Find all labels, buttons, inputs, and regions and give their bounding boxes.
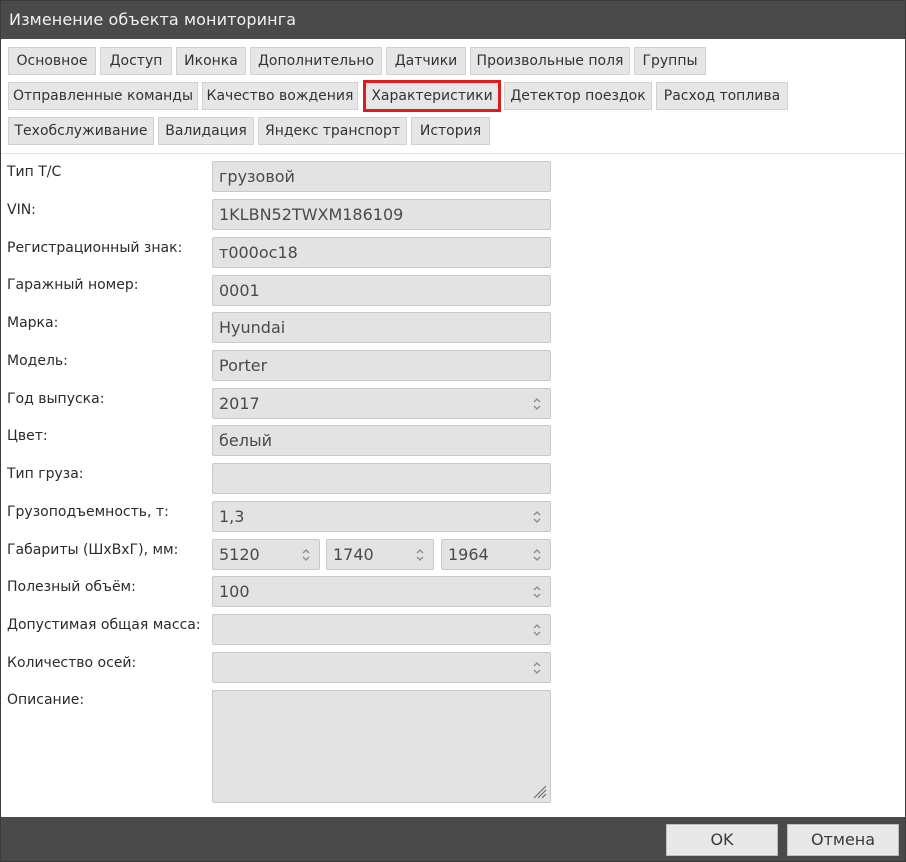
gross-mass-field[interactable] <box>212 614 551 645</box>
cargo-type-label: Тип груза: <box>7 466 84 482</box>
tab-bar: Основное Доступ Иконка Дополнительно Дат… <box>1 39 905 153</box>
tab-custom-fields[interactable]: Произвольные поля <box>470 47 630 75</box>
spinner-arrows-icon[interactable] <box>415 547 425 563</box>
reg-sign-label: Регистрационный знак: <box>7 240 183 256</box>
reg-sign-field[interactable]: т000ос18 <box>212 237 551 268</box>
axles-label: Количество осей: <box>7 655 137 671</box>
tab-driving-quality[interactable]: Качество вождения <box>202 82 358 110</box>
spinner-arrows-icon[interactable] <box>532 660 542 676</box>
vin-label: VIN: <box>7 202 36 218</box>
volume-field[interactable]: 100 <box>212 576 551 607</box>
year-field[interactable]: 2017 <box>212 388 551 419</box>
vehicle-type-field[interactable]: грузовой <box>212 161 551 192</box>
dimension-height-field[interactable]: 1740 <box>326 539 434 570</box>
ok-button[interactable]: OK <box>666 824 778 856</box>
model-field[interactable]: Porter <box>212 350 551 381</box>
dimension-depth-field[interactable]: 1964 <box>441 539 551 570</box>
tab-history[interactable]: История <box>411 117 490 145</box>
dialog-titlebar[interactable]: Изменение объекта мониторинга <box>1 1 905 39</box>
monitoring-object-dialog: Изменение объекта мониторинга Основное Д… <box>0 0 906 862</box>
tab-sensors[interactable]: Датчики <box>386 47 466 75</box>
brand-label: Марка: <box>7 315 59 331</box>
description-textarea[interactable] <box>212 690 551 803</box>
tabs-divider <box>1 153 905 154</box>
cancel-button[interactable]: Отмена <box>787 824 899 856</box>
description-label: Описание: <box>7 692 85 708</box>
model-label: Модель: <box>7 353 68 369</box>
capacity-field[interactable]: 1,3 <box>212 501 551 532</box>
tab-additional[interactable]: Дополнительно <box>250 47 382 75</box>
dimension-width-value: 5120 <box>219 545 260 564</box>
tab-basic[interactable]: Основное <box>8 47 96 75</box>
dialog-title: Изменение объекта мониторинга <box>9 10 297 29</box>
capacity-label: Грузоподъемность, т: <box>7 504 169 520</box>
spinner-arrows-icon[interactable] <box>532 584 542 600</box>
brand-field[interactable]: Hyundai <box>212 312 551 343</box>
color-label: Цвет: <box>7 428 48 444</box>
dialog-footer: OK Отмена <box>1 817 905 861</box>
dimension-width-field[interactable]: 5120 <box>212 539 320 570</box>
axles-field[interactable] <box>212 652 551 683</box>
vehicle-type-label: Тип Т/С <box>7 164 62 180</box>
spinner-arrows-icon[interactable] <box>532 396 542 412</box>
tab-groups[interactable]: Группы <box>634 47 706 75</box>
color-field[interactable]: белый <box>212 425 551 456</box>
tab-characteristics[interactable]: Характеристики <box>363 80 501 112</box>
tab-yandex-transport[interactable]: Яндекс транспорт <box>258 117 407 145</box>
resize-handle-icon[interactable] <box>528 780 548 800</box>
spinner-arrows-icon[interactable] <box>301 547 311 563</box>
tab-validation[interactable]: Валидация <box>158 117 254 145</box>
cargo-type-field[interactable] <box>212 463 551 494</box>
dimension-height-value: 1740 <box>333 545 374 564</box>
vin-field[interactable]: 1KLBN52TWXM186109 <box>212 199 551 230</box>
dimensions-label: Габариты (ШхВхГ), мм: <box>7 542 179 558</box>
volume-value: 100 <box>219 582 250 601</box>
capacity-value: 1,3 <box>219 507 245 526</box>
tab-access[interactable]: Доступ <box>100 47 172 75</box>
year-value: 2017 <box>219 394 260 413</box>
volume-label: Полезный объём: <box>7 579 136 595</box>
spinner-arrows-icon[interactable] <box>532 547 542 563</box>
tab-maintenance[interactable]: Техобслуживание <box>8 117 154 145</box>
year-label: Год выпуска: <box>7 391 105 407</box>
garage-number-label: Гаражный номер: <box>7 277 139 293</box>
garage-number-field[interactable]: 0001 <box>212 275 551 306</box>
tab-trip-detector[interactable]: Детектор поездок <box>504 82 652 110</box>
gross-mass-label: Допустимая общая масса: <box>7 617 201 633</box>
tab-fuel-consumption[interactable]: Расход топлива <box>656 82 788 110</box>
spinner-arrows-icon[interactable] <box>532 622 542 638</box>
tab-icon[interactable]: Иконка <box>176 47 246 75</box>
dimension-depth-value: 1964 <box>448 545 489 564</box>
tab-sent-commands[interactable]: Отправленные команды <box>8 82 198 110</box>
spinner-arrows-icon[interactable] <box>532 509 542 525</box>
